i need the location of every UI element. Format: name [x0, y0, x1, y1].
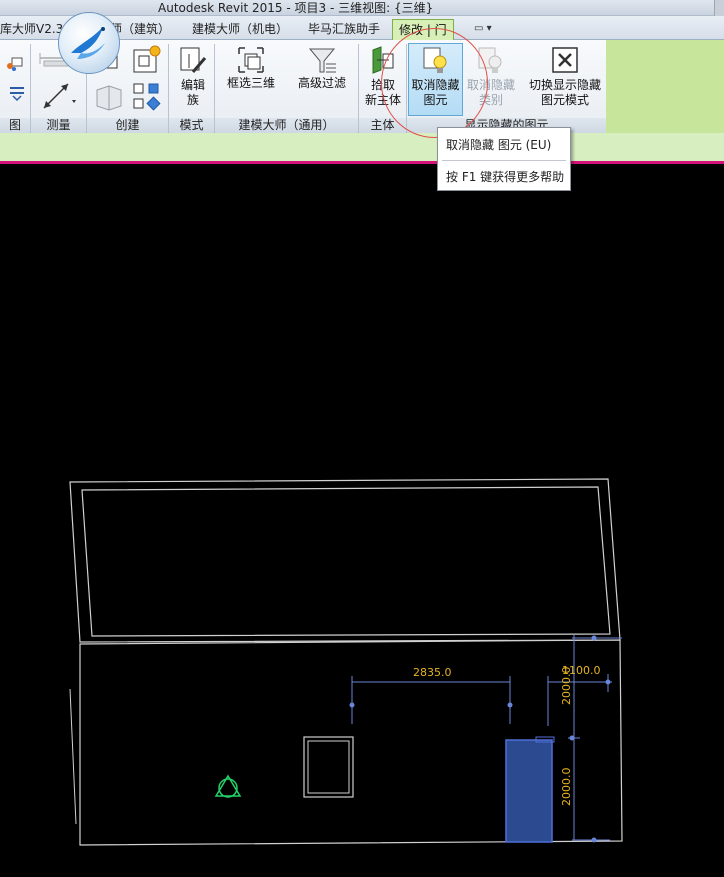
split-face-icon	[10, 87, 24, 102]
tab-panel-toggle-dropdown[interactable]: ▭ ▾	[474, 22, 504, 36]
toggle-reveal-label-line1: 切换显示隐藏	[528, 78, 601, 92]
create-group-icon	[133, 45, 161, 73]
tab-bim-mep[interactable]: 建模大师（机电）	[186, 19, 294, 40]
dimension-label-height-lower[interactable]: 2000.0	[560, 768, 573, 807]
unhide-category-button[interactable]: 取消隐藏 类别	[465, 44, 517, 116]
roof-inner-outline	[81, 486, 611, 637]
assembly-icon	[133, 83, 161, 111]
3d-view-canvas[interactable]: 2835.0 1100.0 2000.0 2000.0	[0, 164, 724, 877]
window-inner	[307, 740, 350, 794]
parts-icon	[96, 85, 122, 111]
advanced-filter-button[interactable]: 高级过滤	[290, 44, 354, 100]
door	[505, 739, 553, 843]
tab-bima-family-assistant[interactable]: 毕马汇族助手	[302, 19, 386, 40]
create-group-button[interactable]	[130, 44, 162, 78]
tooltip-help-text: 按 F1 键获得更多帮助	[446, 170, 565, 184]
panel-label-bim-general: 建模大师（通用）	[215, 118, 358, 133]
close-x-icon	[552, 47, 578, 73]
panel-label-view: 图	[0, 118, 30, 133]
edit-family-label-line2: 族	[186, 93, 199, 107]
create-parts-button[interactable]	[92, 80, 126, 114]
pick-host-label-line1: 拾取	[370, 78, 395, 92]
box-select-3d-label: 框选三维	[226, 76, 275, 90]
toggle-reveal-hidden-button[interactable]: 切换显示隐藏 图元模式	[524, 44, 606, 116]
bird-logo-icon	[71, 27, 105, 59]
options-bar	[0, 133, 724, 163]
pick-new-host-button[interactable]: 拾取 新主体	[362, 44, 404, 116]
toggle-reveal-label-line2: 图元模式	[540, 93, 589, 107]
aligned-dimension-button[interactable]	[36, 78, 80, 114]
window-outer	[303, 736, 354, 798]
panel-label-create: 创建	[87, 118, 168, 133]
tooltip-separator	[442, 160, 566, 161]
panel-label-host: 主体	[359, 118, 406, 133]
filter-funnel-icon	[308, 48, 336, 73]
unhide-element-label-line2: 图元	[423, 93, 448, 107]
panel-label-mode: 模式	[169, 118, 214, 133]
origin-marker	[214, 774, 242, 798]
pick-host-label-line2: 新主体	[364, 93, 401, 107]
tab-modify-door[interactable]: 修改 | 门	[392, 19, 454, 40]
ribbon-empty-area	[606, 40, 724, 133]
unhide-category-label-line1: 取消隐藏	[466, 78, 515, 92]
box-select-icon	[238, 47, 264, 73]
bird-logo[interactable]	[58, 12, 120, 74]
edit-family-icon	[180, 47, 207, 73]
diagonal-dimension-icon	[43, 83, 76, 109]
edit-family-label-line1: 编辑	[180, 78, 205, 92]
dimension-label-width-left[interactable]: 2835.0	[413, 666, 452, 679]
wall-edge-left	[69, 688, 77, 825]
split-face-button[interactable]	[2, 82, 28, 104]
dimension-label-height-upper[interactable]: 2000.0	[560, 667, 573, 706]
pick-host-icon	[372, 46, 394, 74]
button-tooltip: 取消隐藏 图元 (EU) 按 F1 键获得更多帮助	[437, 127, 571, 191]
unhide-element-button[interactable]: 取消隐藏 图元	[408, 43, 463, 116]
box-select-3d-button[interactable]: 框选三维	[222, 44, 280, 100]
unhide-category-label-line2: 类别	[478, 93, 503, 107]
unhide-element-label-line1: 取消隐藏	[411, 78, 460, 92]
edit-family-button[interactable]: 编辑 族	[174, 44, 212, 116]
create-assembly-button[interactable]	[130, 80, 162, 114]
tooltip-title: 取消隐藏 图元 (EU)	[446, 138, 552, 152]
window-control-button[interactable]	[714, 0, 724, 16]
advanced-filter-label: 高级过滤	[297, 76, 346, 90]
3d-model-drawing: 2835.0 1100.0 2000.0 2000.0	[69, 478, 623, 846]
panel-label-measure: 测量	[31, 118, 86, 133]
window-title: Autodesk Revit 2015 - 项目3 - 三维视图: {三维}	[158, 1, 434, 15]
roof-outline	[69, 478, 621, 643]
paint-button[interactable]	[2, 54, 28, 76]
paint-icon	[7, 57, 23, 71]
lightbulb-disabled-icon	[478, 47, 502, 73]
lightbulb-icon	[423, 47, 446, 73]
